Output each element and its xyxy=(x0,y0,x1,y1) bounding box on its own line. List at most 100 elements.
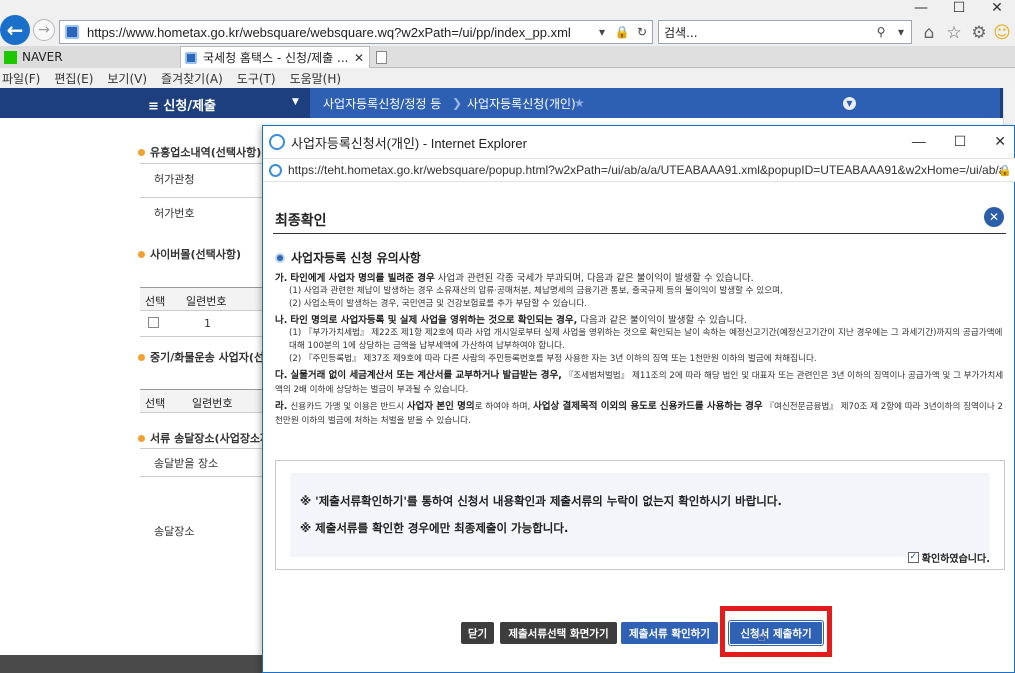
notice-text: 로 하여야 하며, xyxy=(474,402,534,412)
breadcrumb-item-current[interactable]: 사업자등록신청(개인) xyxy=(467,88,576,118)
menu-edit[interactable]: 편집(E) xyxy=(54,70,93,87)
maximize-icon[interactable]: ☐ xyxy=(954,133,967,150)
row-number: 1 xyxy=(204,317,211,330)
confirm-message: ※ '제출서류확인하기'를 통하여 신청서 내용확인과 제출서류의 누락이 없는… xyxy=(300,494,782,508)
menu-bar: 파일(F) 편집(E) 보기(V) 즐겨찾기(A) 도구(T) 도움말(H) xyxy=(0,68,1015,88)
popup-window-controls: — ☐ ✕ xyxy=(912,133,1006,150)
divider xyxy=(273,233,1006,234)
notice-emphasis: 타인에게 사업자 명의를 빌려준 경우 xyxy=(290,273,435,284)
lock-icon[interactable]: 🔒 xyxy=(998,164,1012,177)
smiley-icon[interactable]: ☺ xyxy=(991,22,1013,44)
field-label: 송달장소 xyxy=(154,525,195,538)
menu-tools[interactable]: 도구(T) xyxy=(237,70,276,87)
column-header: 선택 xyxy=(145,397,166,410)
tab-bar: NAVER 국세청 홈택스 - 신청/제출 ... ✕ xyxy=(0,46,1015,68)
chevron-down-icon[interactable]: ▼ xyxy=(292,97,299,107)
tab-hometax[interactable]: 국세청 홈택스 - 신청/제출 ... ✕ xyxy=(180,46,370,68)
section-delivery: 서류 송달장소(사업장소재 xyxy=(138,430,270,446)
bullet-icon xyxy=(138,250,145,258)
chevron-down-icon[interactable]: ▼ xyxy=(843,97,856,110)
column-header: 선택 xyxy=(145,295,166,308)
search-dropdown-icon[interactable]: ▾ xyxy=(891,25,911,39)
favorites-star-icon[interactable]: ☆ xyxy=(943,22,965,44)
close-icon[interactable]: ✕ xyxy=(985,0,1009,16)
notice-prefix: 가. xyxy=(275,273,288,284)
back-button[interactable]: ← xyxy=(0,15,30,45)
menu-help[interactable]: 도움말(H) xyxy=(290,70,342,87)
notice-text: 신용카드 가맹 및 이용은 반드시 xyxy=(290,402,407,412)
refresh-icon[interactable]: ↻ xyxy=(632,25,652,39)
notice-subitem: (1) 사업과 관련한 체납이 발생하는 경우 소유재산의 압류·공매처분, 체… xyxy=(289,286,783,296)
tab-naver[interactable]: NAVER xyxy=(0,46,180,68)
dropdown-icon[interactable]: ▾ xyxy=(592,25,612,39)
permit-no-row: 허가번호 xyxy=(140,197,264,231)
bullet-icon xyxy=(138,148,145,156)
internet-explorer-icon xyxy=(269,134,285,150)
bullet-icon xyxy=(138,434,145,442)
breadcrumb-item[interactable]: 사업자등록신청/정정 등 xyxy=(323,88,441,118)
cybermall-table-header: 선택 일련번호 xyxy=(140,287,264,311)
delivery-row: 송달장소 xyxy=(140,476,264,586)
checkbox-label: 확인하였습니다. xyxy=(921,554,990,565)
gear-icon[interactable]: ⚙ xyxy=(968,22,990,44)
column-header: 일련번호 xyxy=(186,295,227,308)
table-row: 1 xyxy=(140,311,264,337)
field-label: 송달받을 장소 xyxy=(154,457,219,470)
section-label: 사이버몰(선택사항) xyxy=(150,248,242,261)
field-label: 허가관청 xyxy=(154,173,195,186)
favorite-star-icon[interactable]: ★ xyxy=(574,88,585,118)
new-tab-icon xyxy=(375,50,387,64)
popup-body: 최종확인 ✕ 사업자등록 신청 유의사항 가. 타인에게 사업자 명의를 빌려준… xyxy=(263,182,1014,672)
check-docs-button[interactable]: 제출서류 확인하기 xyxy=(621,622,718,644)
minimize-icon[interactable]: — xyxy=(909,0,933,16)
new-tab-button[interactable] xyxy=(372,46,390,68)
close-tab-icon[interactable]: ✕ xyxy=(354,51,364,65)
goto-doc-select-button[interactable]: 제출서류선택 화면가기 xyxy=(500,622,617,644)
menu-view[interactable]: 보기(V) xyxy=(107,70,147,87)
notice-prefix: 나. xyxy=(275,315,288,326)
section-label: 유흥업소내역(선택사항) xyxy=(150,146,262,159)
footer-strip xyxy=(0,655,262,673)
notice-list: 가. 타인에게 사업자 명의를 빌려준 경우 사업과 관련된 각종 국세가 부과… xyxy=(275,272,1005,431)
section-cybermall: 사이버몰(선택사항) xyxy=(138,246,241,262)
submit-application-button[interactable]: 신청서 제출하기 xyxy=(728,620,824,646)
popup-url: https://teht.hometax.go.kr/websquare/pop… xyxy=(288,163,1003,177)
window-controls: — ☐ ✕ xyxy=(909,0,1009,16)
notice-text: 다음과 같은 불이익이 발생할 수 있습니다. xyxy=(577,315,747,326)
notice-item: 다. 실물거래 없이 세금계산서 또는 계산서를 교부하거나 발급받는 경우, … xyxy=(275,369,1005,397)
minimize-icon[interactable]: — xyxy=(912,133,926,150)
close-icon[interactable]: ✕ xyxy=(984,207,1004,227)
column-header: 일련번호 xyxy=(192,397,233,410)
menu-title[interactable]: ≡ 신청/제출 xyxy=(148,95,216,114)
field-label: 허가번호 xyxy=(154,207,195,220)
confirm-message: ※ 제출서류를 확인한 경우에만 최종제출이 가능합니다. xyxy=(300,521,569,535)
popup-address-bar[interactable]: https://teht.hometax.go.kr/websquare/pop… xyxy=(263,158,1015,182)
close-button[interactable]: 닫기 xyxy=(461,622,494,644)
notice-text: 사업과 관련된 각종 국세가 부과되며, 다음과 같은 불이익이 발생할 수 있… xyxy=(434,273,754,284)
address-bar[interactable]: https://www.hometax.go.kr/websquare/webs… xyxy=(59,20,653,44)
search-icon[interactable]: ⚲ xyxy=(871,25,891,39)
confirm-box: ※ '제출서류확인하기'를 통하여 신청서 내용확인과 제출서류의 누락이 없는… xyxy=(275,460,1005,570)
home-icon[interactable]: ⌂ xyxy=(918,22,940,44)
site-navigation: ≡ 신청/제출 ▼ 사업자등록신청/정정 등 ❯ 사업자등록신청(개인) ★ ▼ xyxy=(0,88,1015,118)
maximize-icon[interactable]: ☐ xyxy=(947,0,971,16)
lock-icon[interactable]: 🔒 xyxy=(612,25,632,39)
row-checkbox[interactable] xyxy=(148,317,159,328)
menu-file[interactable]: 파일(F) xyxy=(2,70,40,87)
search-placeholder: 검색... xyxy=(664,25,698,40)
notice-prefix: 다. xyxy=(275,370,288,381)
notice-emphasis: 실물거래 없이 세금계산서 또는 계산서를 교부하거나 발급받는 경우, xyxy=(290,370,562,381)
confirm-checkbox[interactable]: ✓ 확인하였습니다. xyxy=(907,550,990,565)
tab-label: 국세청 홈택스 - 신청/제출 ... xyxy=(203,51,349,65)
confirm-panel: ※ '제출서류확인하기'를 통하여 신청서 내용확인과 제출서류의 누락이 없는… xyxy=(290,473,990,557)
popup-titlebar: 사업자등록신청서(개인) - Internet Explorer — ☐ ✕ xyxy=(263,126,1015,158)
notice-heading: 사업자등록 신청 유의사항 xyxy=(275,249,421,266)
notice-emphasis: 사업자 본인 명의 xyxy=(406,401,475,412)
close-icon[interactable]: ✕ xyxy=(994,133,1006,150)
hand-cursor-icon: ☝ xyxy=(757,629,766,645)
menu-favorites[interactable]: 즐겨찾기(A) xyxy=(161,70,223,87)
checkbox-checked-icon[interactable]: ✓ xyxy=(907,552,919,563)
search-input[interactable]: 검색... ⚲ ▾ xyxy=(658,20,912,44)
browser-toolbar: — ☐ ✕ ← → https://www.hometax.go.kr/webs… xyxy=(0,0,1015,46)
forward-button[interactable]: → xyxy=(33,19,55,41)
